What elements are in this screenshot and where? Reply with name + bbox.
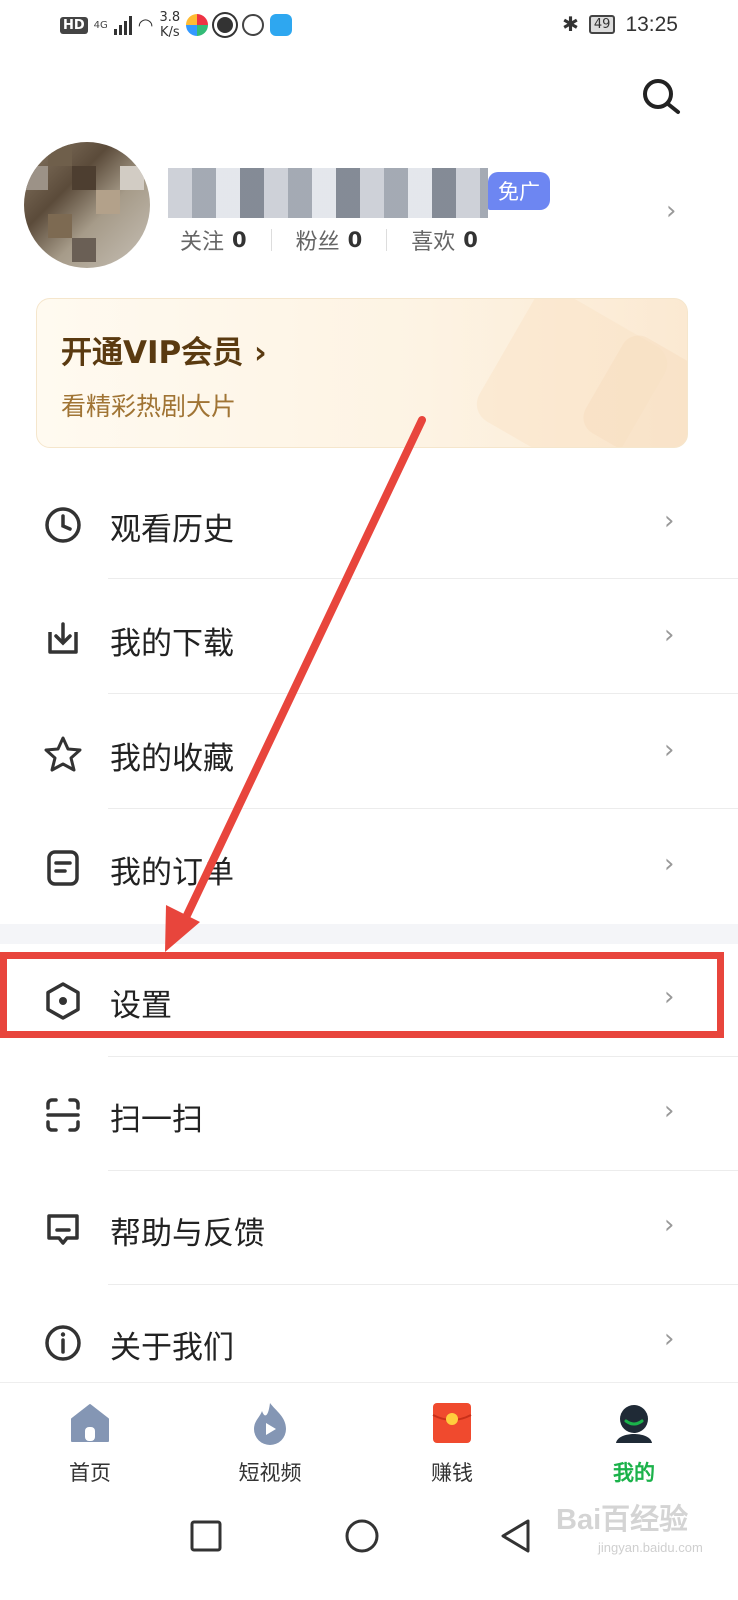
- battery-indicator: 49: [588, 15, 616, 34]
- vip-card-subtitle: 看精彩热剧大片: [61, 392, 237, 421]
- signal-bars-icon: [113, 15, 132, 35]
- wifi-icon: ◠: [137, 14, 154, 36]
- search-button[interactable]: [640, 76, 682, 118]
- app-notification-icon: [186, 14, 209, 36]
- divider: [108, 1170, 738, 1171]
- recent-apps-icon[interactable]: [178, 1508, 234, 1564]
- lightbulb-app-icon: [270, 14, 293, 36]
- divider: [108, 1284, 738, 1285]
- avatar[interactable]: [24, 142, 150, 268]
- baidu-watermark: Bai百经验: [556, 1504, 689, 1536]
- home-icon: [71, 1404, 109, 1442]
- stat-label: 粉丝: [295, 230, 340, 255]
- stat-following[interactable]: 关注 0: [180, 224, 271, 256]
- globe-icon: [242, 14, 265, 36]
- download-icon: [48, 622, 78, 654]
- back-icon[interactable]: [488, 1508, 544, 1564]
- profile-icon: [616, 1405, 652, 1443]
- order-icon: [47, 850, 79, 886]
- tab-label: 首页: [69, 1461, 111, 1485]
- tab-label: 短视频: [238, 1461, 302, 1485]
- network-speed-value: 3.8: [159, 10, 181, 25]
- stat-value: 0: [232, 228, 247, 252]
- chevron-right-icon: ›: [664, 849, 675, 879]
- stat-label: 关注: [180, 230, 225, 255]
- menu-item-label: 我的下载: [110, 626, 234, 662]
- tab-earn-money[interactable]: 赚钱: [392, 1395, 512, 1491]
- settings-icon: [46, 982, 80, 1020]
- menu-item-label: 设置: [110, 988, 172, 1024]
- menu-item-scan[interactable]: 扫一扫 ›: [0, 1058, 738, 1172]
- profile-stats: 关注 0 粉丝 0 喜欢 0: [180, 224, 502, 256]
- chevron-right-icon: ›: [664, 620, 675, 650]
- network-type: 4G: [93, 19, 108, 31]
- scan-icon: [46, 1098, 80, 1132]
- app-notification-icon: [214, 14, 237, 36]
- stat-likes[interactable]: 喜欢 0: [411, 224, 502, 256]
- profile-header[interactable]: 关注 0 粉丝 0 喜欢 0 ›: [0, 140, 738, 280]
- tab-label: 我的: [613, 1461, 655, 1485]
- home-button-icon[interactable]: [334, 1508, 390, 1564]
- info-icon: [45, 1325, 81, 1361]
- menu-item-label: 观看历史: [110, 512, 234, 548]
- star-icon: [44, 736, 82, 772]
- network-speed: 3.8 K/s: [160, 10, 181, 40]
- ad-free-badge: 免广: [488, 172, 550, 210]
- search-icon: [643, 79, 680, 114]
- stat-value: 0: [463, 228, 478, 252]
- vip-title-chevron-icon: ›: [254, 335, 267, 371]
- vip-title-text: 开通VIP会员: [61, 335, 244, 371]
- stat-divider: [270, 229, 272, 251]
- hd-indicator: HD: [60, 16, 88, 34]
- profile-chevron-icon: ›: [666, 196, 677, 226]
- stat-value: 0: [347, 228, 363, 252]
- status-bar-right: ✱ 49 13:25: [562, 12, 678, 37]
- tab-label: 赚钱: [431, 1461, 473, 1485]
- menu-item-label: 关于我们: [110, 1330, 234, 1366]
- bottom-tab-bar: 首页 短视频 赚钱 我的: [0, 1382, 738, 1494]
- tab-short-video[interactable]: 短视频: [210, 1395, 330, 1491]
- chevron-right-icon: ›: [664, 1096, 675, 1126]
- stat-label: 喜欢: [411, 230, 456, 255]
- bluetooth-icon: ✱: [562, 14, 579, 36]
- status-bar: HD 4G ◠ 3.8 K/s ✱ 49 13:25: [0, 0, 738, 56]
- chevron-right-icon: ›: [664, 982, 675, 1012]
- menu-item-orders[interactable]: 我的订单 ›: [0, 811, 738, 925]
- tab-mine[interactable]: 我的: [574, 1395, 694, 1491]
- menu-item-label: 我的收藏: [110, 741, 234, 777]
- section-separator: [0, 924, 738, 944]
- menu-item-settings[interactable]: 设置 ›: [0, 944, 738, 1058]
- divider: [108, 693, 738, 694]
- clock-icon: [45, 507, 81, 543]
- divider: [108, 808, 738, 809]
- username-blurred: [168, 168, 488, 218]
- chevron-right-icon: ›: [664, 506, 675, 536]
- feedback-icon: [47, 1214, 79, 1245]
- menu-item-downloads[interactable]: 我的下载 ›: [0, 582, 738, 696]
- clock-time: 13:25: [625, 12, 678, 36]
- chevron-right-icon: ›: [664, 1324, 675, 1354]
- chevron-right-icon: ›: [664, 735, 675, 765]
- menu-item-help-feedback[interactable]: 帮助与反馈 ›: [0, 1172, 738, 1286]
- menu-item-label: 帮助与反馈: [110, 1216, 265, 1252]
- stat-divider: [386, 229, 388, 251]
- divider: [108, 1056, 738, 1057]
- menu-item-label: 我的订单: [110, 855, 234, 891]
- stat-fans[interactable]: 粉丝 0: [296, 224, 387, 256]
- vip-card-title: 开通VIP会员 ›: [61, 327, 267, 372]
- divider: [108, 578, 738, 579]
- baidu-watermark-url: jingyan.baidu.com: [598, 1540, 703, 1555]
- status-bar-left: HD 4G ◠ 3.8 K/s: [60, 10, 293, 40]
- tab-home[interactable]: 首页: [30, 1395, 150, 1491]
- red-packet-icon: [432, 1403, 472, 1443]
- menu-item-favorites[interactable]: 我的收藏 ›: [0, 697, 738, 811]
- vip-membership-card[interactable]: 开通VIP会员 › 看精彩热剧大片: [36, 298, 688, 448]
- network-speed-unit: K/s: [160, 25, 180, 40]
- menu-item-label: 扫一扫: [110, 1102, 203, 1138]
- flame-icon: [254, 1403, 286, 1445]
- menu-item-watch-history[interactable]: 观看历史 ›: [0, 468, 738, 582]
- chevron-right-icon: ›: [664, 1210, 675, 1240]
